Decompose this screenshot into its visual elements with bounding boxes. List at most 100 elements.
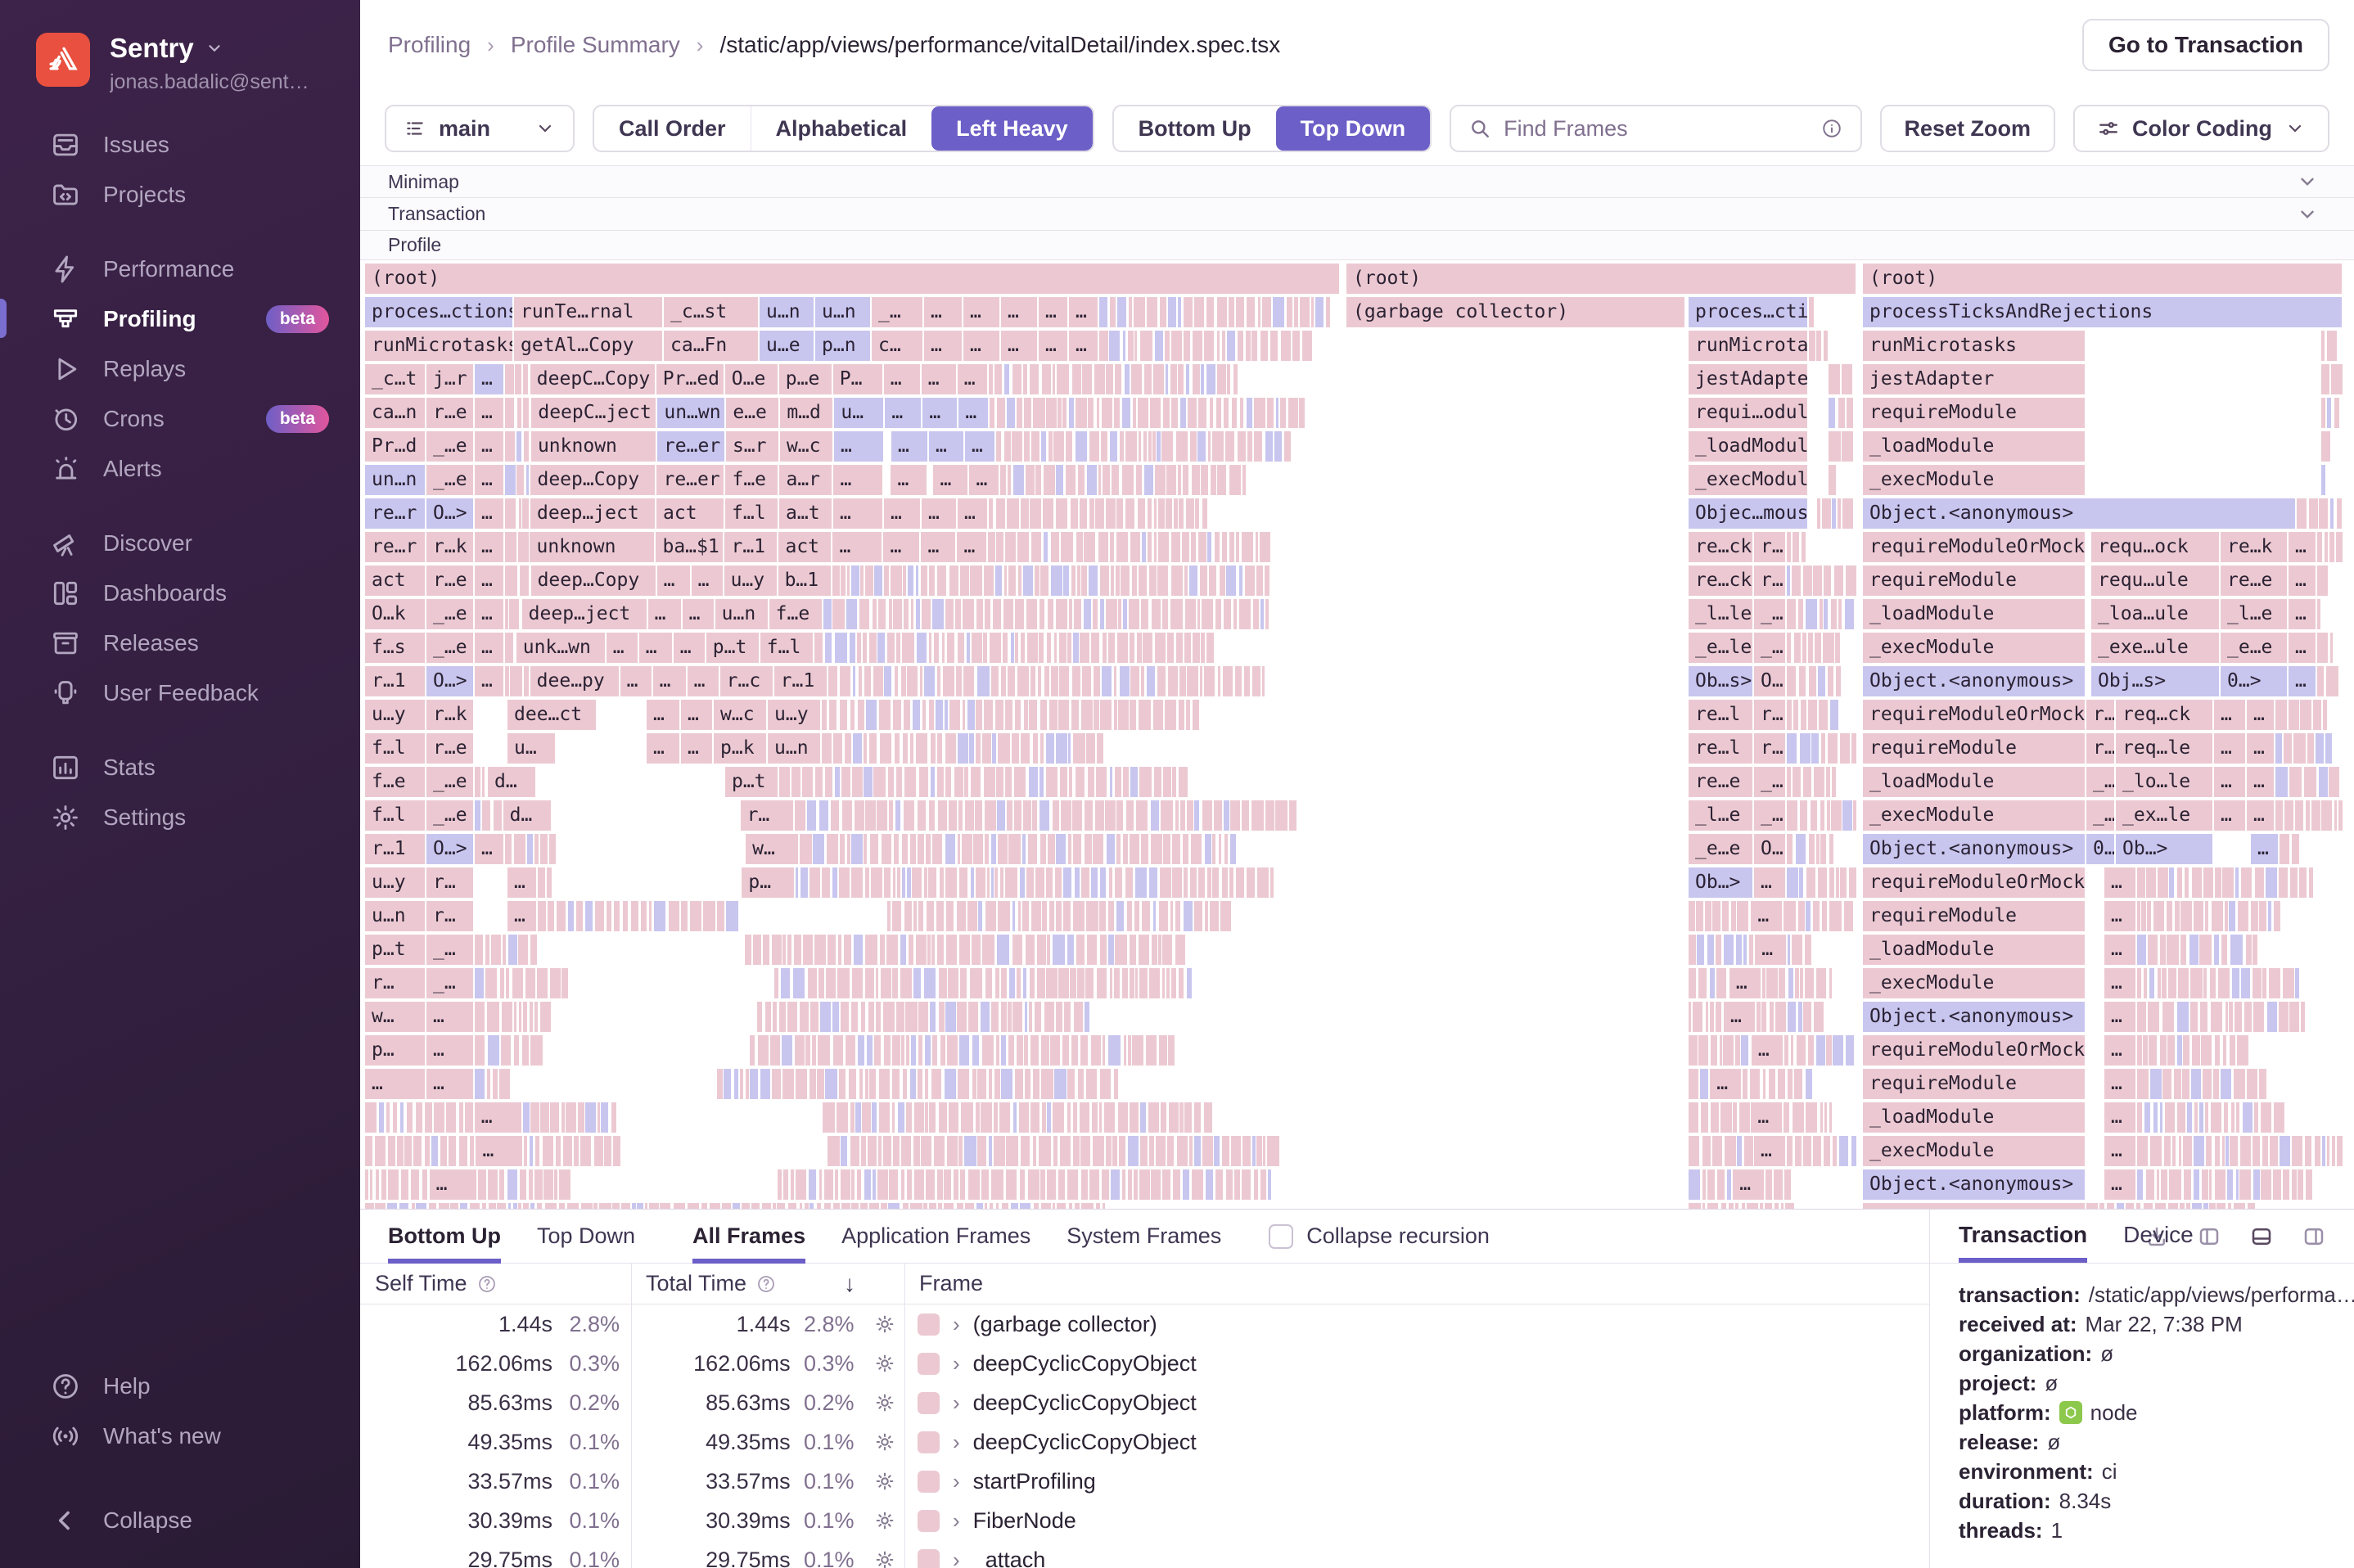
flame-frame-sliver[interactable] (1052, 1203, 1055, 1209)
flame-frame[interactable]: Objec…mous> (1689, 498, 1807, 529)
flame-frame-sliver[interactable] (2306, 1169, 2313, 1200)
flame-frame-sliver[interactable] (1039, 1136, 1051, 1166)
flame-frame-sliver[interactable] (1021, 901, 1029, 931)
flame-frame-sliver[interactable] (1739, 1102, 1751, 1133)
flame-frame-sliver[interactable] (1215, 398, 1222, 428)
flame-frame-sliver[interactable] (981, 1035, 994, 1066)
flame-frame-sliver[interactable] (1175, 633, 1184, 663)
flame-frame-sliver[interactable] (1180, 398, 1186, 428)
flame-frame-sliver[interactable] (944, 1169, 951, 1200)
flame-frame[interactable]: … (1001, 331, 1037, 361)
flame-frame-sliver[interactable] (1106, 834, 1116, 864)
flame-frame-sliver[interactable] (999, 1102, 1011, 1133)
flame-frame-sliver[interactable] (1284, 431, 1291, 462)
flame-frame-sliver[interactable] (1087, 767, 1095, 797)
flame-frame[interactable]: unknown (530, 431, 656, 462)
flame-frame-sliver[interactable] (1101, 398, 1112, 428)
flame-frame-sliver[interactable] (967, 1169, 981, 1200)
flame-frame-sliver[interactable] (1046, 1169, 1057, 1200)
flame-frame-sliver[interactable] (1852, 800, 1856, 831)
flame-frame-sliver[interactable] (2209, 1203, 2216, 1209)
flame-frame-sliver[interactable] (837, 968, 850, 998)
flame-frame-sliver[interactable] (1121, 968, 1129, 998)
flame-frame-sliver[interactable] (2117, 1203, 2125, 1209)
flame-frame-sliver[interactable] (983, 767, 995, 797)
flame-frame[interactable]: … (1751, 901, 1783, 931)
flame-frame-sliver[interactable] (2194, 1102, 2198, 1133)
flame-frame[interactable]: requireModuleOrMock (1863, 1035, 2085, 1066)
flame-frame-sliver[interactable] (895, 1002, 904, 1032)
flame-frame-sliver[interactable] (523, 1002, 528, 1032)
flame-frame[interactable]: f…e (365, 767, 425, 797)
flame-frame-sliver[interactable] (1072, 733, 1085, 764)
flame-frame-sliver[interactable] (793, 935, 802, 965)
flame-frame-sliver[interactable] (1795, 968, 1799, 998)
flame-frame-sliver[interactable] (1851, 1136, 1856, 1166)
flame-frame-sliver[interactable] (1098, 901, 1106, 931)
flame-frame[interactable]: … (2251, 834, 2278, 864)
flame-frame-sliver[interactable] (1829, 431, 1841, 462)
flame-frame-sliver[interactable] (1072, 800, 1082, 831)
flame-frame-sliver[interactable] (791, 767, 800, 797)
flame-frame-sliver[interactable] (2267, 901, 2272, 931)
flame-frame-sliver[interactable] (1811, 733, 1819, 764)
flame-frame-sliver[interactable] (1716, 935, 1722, 965)
flame-frame-sliver[interactable] (1161, 431, 1174, 462)
flame-frame-sliver[interactable] (2307, 733, 2315, 764)
flame-frame-sliver[interactable] (422, 1169, 428, 1200)
flame-frame-sliver[interactable] (1824, 331, 1828, 361)
flame-frame-sliver[interactable] (824, 1169, 834, 1200)
flame-frame-sliver[interactable] (1829, 968, 1832, 998)
flame-frame[interactable]: ca…n (365, 398, 425, 428)
flame-frame-sliver[interactable] (1118, 599, 1121, 629)
flame-frame[interactable]: act (656, 498, 724, 529)
flame-frame-sliver[interactable] (849, 1069, 857, 1099)
flame-frame-sliver[interactable] (1206, 364, 1215, 394)
flame-frame-sliver[interactable] (839, 867, 850, 898)
flame-frame-sliver[interactable] (957, 1203, 964, 1209)
flame-frame-sliver[interactable] (971, 767, 981, 797)
flame-frame[interactable]: O… (1754, 834, 1785, 864)
flame-frame-sliver[interactable] (1829, 834, 1834, 864)
flame-frame-sliver[interactable] (2099, 1203, 2104, 1209)
expand-chevron-icon[interactable]: › (953, 1548, 960, 1568)
flame-frame-sliver[interactable] (1175, 935, 1185, 965)
flame-frame-sliver[interactable] (1168, 1035, 1175, 1066)
flame-frame-sliver[interactable] (1194, 1136, 1202, 1166)
flame-frame-sliver[interactable] (2230, 935, 2243, 965)
flame-frame[interactable]: … (963, 297, 999, 327)
flame-frame-sliver[interactable] (1184, 565, 1188, 596)
flame-frame-sliver[interactable] (1207, 431, 1211, 462)
flame-frame-sliver[interactable] (947, 1035, 958, 1066)
flame-frame-sliver[interactable] (1039, 700, 1047, 730)
flame-frame-sliver[interactable] (963, 666, 975, 696)
flame-frame-sliver[interactable] (913, 1136, 920, 1166)
flame-frame-sliver[interactable] (1848, 867, 1857, 898)
flame-frame[interactable]: u…n (365, 901, 425, 931)
flame-frame-sliver[interactable] (1229, 465, 1242, 495)
flame-frame-sliver[interactable] (868, 633, 877, 663)
flame-frame-sliver[interactable] (2191, 1069, 2202, 1099)
flame-frame[interactable]: r…e (426, 733, 473, 764)
breadcrumb-profile-summary[interactable]: Profile Summary (511, 32, 680, 58)
flame-frame-sliver[interactable] (1170, 331, 1182, 361)
flame-frame[interactable]: … (958, 498, 988, 529)
flame-frame-sliver[interactable] (1707, 1203, 1719, 1209)
flame-frame-sliver[interactable] (1717, 1169, 1725, 1200)
flame-frame-sliver[interactable] (2137, 1136, 2148, 1166)
flame-frame-sliver[interactable] (2225, 1002, 2228, 1032)
flame-frame-sliver[interactable] (983, 633, 988, 663)
flame-frame-sliver[interactable] (1047, 599, 1054, 629)
flame-frame-sliver[interactable] (1829, 465, 1837, 495)
flame-frame-sliver[interactable] (648, 1203, 660, 1209)
flame-frame-sliver[interactable] (1001, 666, 1006, 696)
flame-frame-sliver[interactable] (1272, 297, 1284, 327)
flame-frame-sliver[interactable] (519, 1169, 526, 1200)
flame-frame-sliver[interactable] (2144, 1203, 2153, 1209)
flame-frame-sliver[interactable] (1167, 297, 1177, 327)
flame-frame-sliver[interactable] (860, 1002, 866, 1032)
flame-frame-sliver[interactable] (1063, 901, 1071, 931)
flame-frame[interactable]: … (638, 633, 672, 663)
flame-frame-sliver[interactable] (458, 1102, 463, 1133)
flame-frame[interactable]: r…e (426, 565, 473, 596)
